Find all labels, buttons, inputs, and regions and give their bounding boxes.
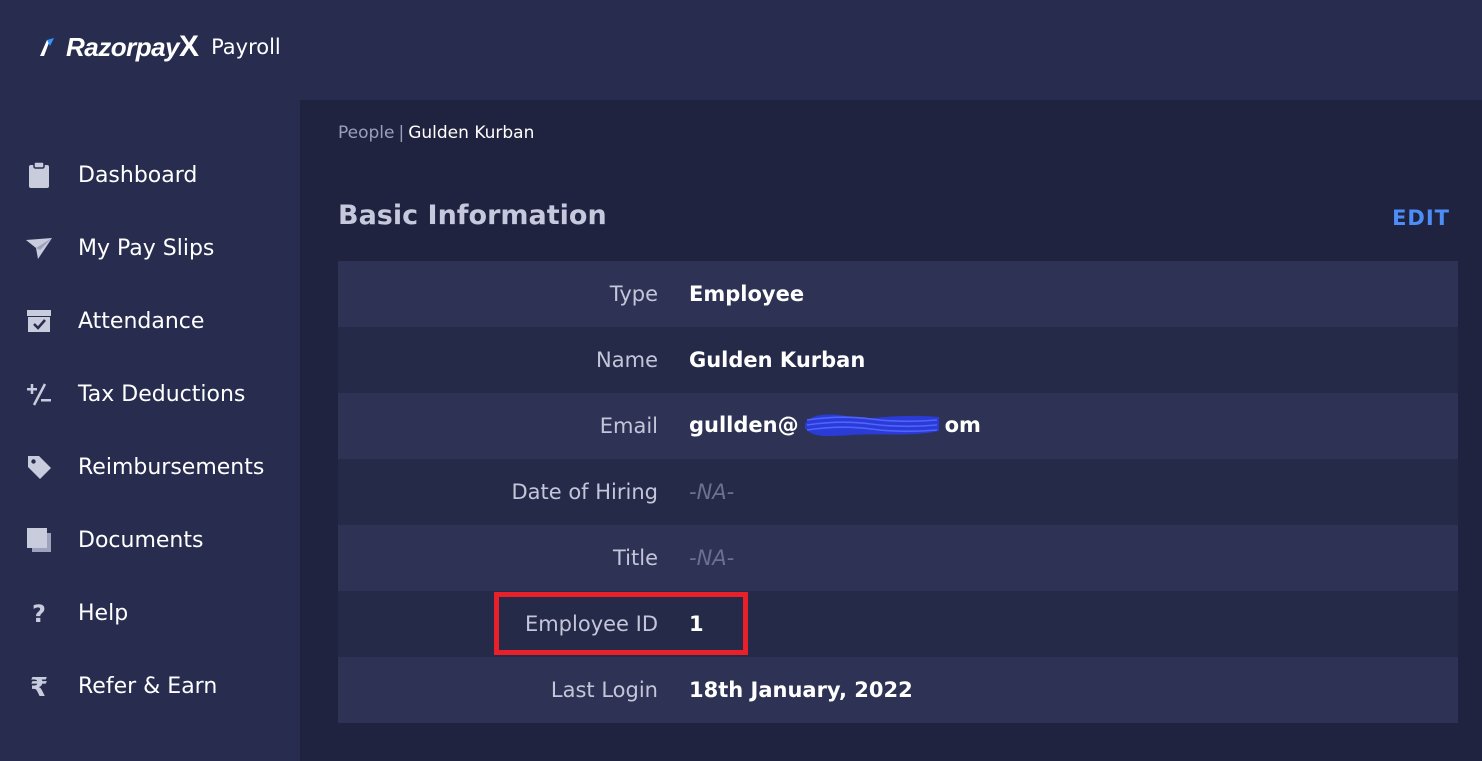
sidebar-item-tax-deductions[interactable]: Tax Deductions xyxy=(0,370,300,418)
info-key: Date of Hiring xyxy=(511,480,658,504)
sidebar-item-label: Help xyxy=(78,600,129,626)
basic-info-table: Type Employee Name Gulden Kurban Email g… xyxy=(338,261,1458,723)
tag-icon xyxy=(24,452,54,482)
rupee-icon: ₹ xyxy=(24,671,54,701)
sidebar-item-label: Tax Deductions xyxy=(78,381,246,407)
redaction-scribble xyxy=(804,414,939,437)
info-row-title: Title -NA- xyxy=(338,525,1458,591)
sidebar-item-label: Documents xyxy=(78,527,204,553)
brand-name-suffix: X xyxy=(179,30,200,63)
sidebar-item-refer-earn[interactable]: ₹ Refer & Earn xyxy=(0,662,300,710)
info-value-email: gullden@ om xyxy=(689,413,981,439)
svg-text:?: ? xyxy=(32,600,46,627)
sidebar-item-label: My Pay Slips xyxy=(78,235,215,261)
section-title: Basic Information xyxy=(338,200,607,231)
breadcrumb-people-link[interactable]: People xyxy=(338,123,394,143)
sidebar-item-reimbursements[interactable]: Reimbursements xyxy=(0,443,300,491)
info-row-date-of-hiring: Date of Hiring -NA- xyxy=(338,459,1458,525)
sidebar-item-attendance[interactable]: Attendance xyxy=(0,297,300,345)
email-suffix: om xyxy=(944,413,981,437)
question-icon: ? xyxy=(24,598,54,628)
info-row-email: Email gullden@ om xyxy=(338,393,1458,459)
info-value: Employee xyxy=(689,282,805,306)
razorpayx-payroll-logo[interactable]: Razorpay X Payroll xyxy=(38,30,281,64)
email-prefix: gullden@ xyxy=(689,413,799,437)
info-value: 18th January, 2022 xyxy=(689,678,913,702)
documents-icon xyxy=(24,525,54,555)
plus-minus-icon xyxy=(24,379,54,409)
info-value: -NA- xyxy=(689,480,735,504)
clipboard-icon xyxy=(24,160,54,190)
razorpay-logo-icon xyxy=(40,38,54,56)
paper-plane-icon xyxy=(24,233,54,263)
info-key: Name xyxy=(596,348,658,372)
calendar-check-icon xyxy=(24,306,54,336)
info-key: Type xyxy=(609,282,658,306)
top-bar: Razorpay X Payroll xyxy=(0,0,1482,100)
sidebar: Dashboard My Pay Slips Attendance Tax De… xyxy=(0,100,300,761)
sidebar-item-label: Dashboard xyxy=(78,162,198,188)
product-name: Payroll xyxy=(211,35,281,59)
breadcrumb-current: Gulden Kurban xyxy=(408,123,535,143)
brand-name: Razorpay xyxy=(66,31,180,62)
info-key: Title xyxy=(612,546,658,570)
svg-text:₹: ₹ xyxy=(30,673,48,700)
info-value: 1 xyxy=(689,612,704,636)
sidebar-item-my-pay-slips[interactable]: My Pay Slips xyxy=(0,224,300,272)
info-value: Gulden Kurban xyxy=(689,348,866,372)
info-row-employee-id: Employee ID 1 xyxy=(338,591,1458,657)
main-content: People | Gulden Kurban Basic Information E… xyxy=(300,100,1482,761)
breadcrumb: People | Gulden Kurban xyxy=(338,123,534,143)
sidebar-item-help[interactable]: ? Help xyxy=(0,589,300,637)
sidebar-item-label: Attendance xyxy=(78,308,205,334)
info-row-name: Name Gulden Kurban xyxy=(338,327,1458,393)
sidebar-item-documents[interactable]: Documents xyxy=(0,516,300,564)
info-row-type: Type Employee xyxy=(338,261,1458,327)
info-row-last-login: Last Login 18th January, 2022 xyxy=(338,657,1458,723)
info-key: Employee ID xyxy=(524,612,658,636)
info-key: Email xyxy=(599,414,658,438)
breadcrumb-separator: | xyxy=(398,123,405,143)
info-key: Last Login xyxy=(550,678,658,702)
edit-button[interactable]: EDIT xyxy=(1392,206,1450,230)
info-value: -NA- xyxy=(689,546,735,570)
sidebar-item-dashboard[interactable]: Dashboard xyxy=(0,151,300,199)
sidebar-item-label: Refer & Earn xyxy=(78,673,218,699)
sidebar-item-label: Reimbursements xyxy=(78,454,265,480)
